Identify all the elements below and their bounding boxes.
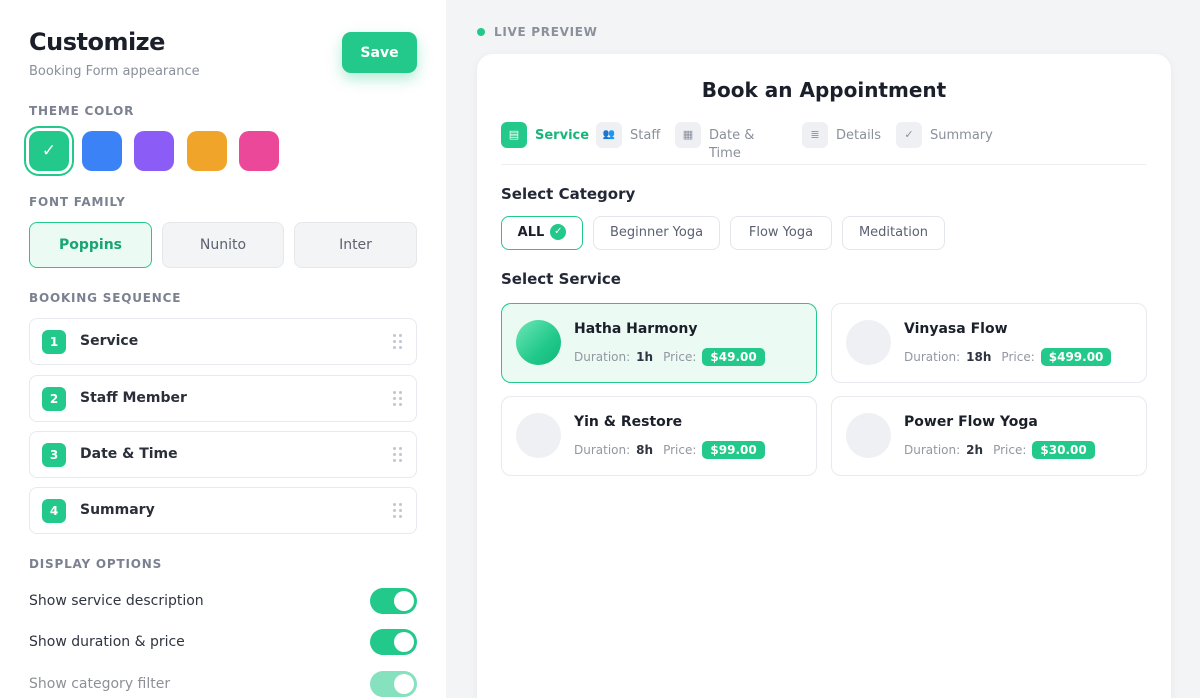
step-label: Details [836,128,882,143]
toggle-category-filter[interactable] [370,671,417,697]
service-avatar [846,320,891,365]
step-label: Date & Time [709,127,754,163]
service-card-hatha-harmony[interactable]: Hatha Harmony Duration: 1h Price: $49.00 [501,303,817,383]
service-icon: ▤ [501,122,527,148]
step-label: Service [535,128,590,143]
select-service-heading: Select Service [501,270,621,288]
option-label-category-filter: Show category filter [29,676,171,692]
service-meta: Duration: 8h Price: $99.00 [574,441,765,459]
category-chip-beginner-yoga[interactable]: Beginner Yoga [593,216,720,250]
chip-label: ALL [517,225,545,240]
check-icon: ✓ [896,122,922,148]
service-card-yin-restore[interactable]: Yin & Restore Duration: 8h Price: $99.00 [501,396,817,476]
theme-swatch-orange[interactable] [187,131,227,171]
page-title: Customize [29,28,165,56]
sequence-label: Summary [80,502,155,518]
customize-panel: Customize Booking Form appearance Save T… [0,0,446,698]
service-name: Vinyasa Flow [904,321,1008,337]
price-badge: $49.00 [702,348,765,366]
font-option-nunito[interactable]: Nunito [162,222,284,268]
theme-swatch-blue[interactable] [82,131,122,171]
select-category-heading: Select Category [501,185,636,203]
sequence-item-staff-member[interactable]: 2 Staff Member [29,375,417,422]
sequence-label: Service [80,333,139,349]
service-card-vinyasa-flow[interactable]: Vinyasa Flow Duration: 18h Price: $499.00 [831,303,1147,383]
service-name: Power Flow Yoga [904,414,1038,430]
step-label-line: Date & [709,128,755,143]
price-key: Price: [1001,350,1035,364]
page-subtitle: Booking Form appearance [29,64,200,79]
category-chip-flow-yoga[interactable]: Flow Yoga [730,216,832,250]
drag-handle-icon[interactable] [393,334,403,350]
toggle-knob [394,591,414,611]
sequence-item-summary[interactable]: 4 Summary [29,487,417,534]
service-name: Hatha Harmony [574,321,698,337]
calendar-icon: ▦ [675,122,701,148]
theme-swatch-pink[interactable] [239,131,279,171]
save-button[interactable]: Save [342,32,417,73]
toggle-service-description[interactable] [370,588,417,614]
service-meta: Duration: 1h Price: $49.00 [574,348,765,366]
duration-key: Duration: [574,443,631,457]
divider [501,164,1146,165]
price-key: Price: [993,443,1027,457]
sequence-number: 4 [42,499,66,523]
duration-key: Duration: [574,350,631,364]
step-label: Staff [630,128,661,143]
service-meta: Duration: 2h Price: $30.00 [904,441,1095,459]
display-options-label: DISPLAY OPTIONS [29,557,163,571]
booking-sequence-label: BOOKING SEQUENCE [29,291,182,305]
sequence-item-date-time[interactable]: 3 Date & Time [29,431,417,478]
service-avatar [516,320,561,365]
check-icon: ✓ [550,223,567,240]
service-avatar [516,413,561,458]
price-badge: $499.00 [1040,348,1112,366]
font-option-inter[interactable]: Inter [294,222,417,268]
duration-key: Duration: [904,350,961,364]
option-label-duration-price: Show duration & price [29,634,185,650]
theme-color-label: THEME COLOR [29,104,135,118]
drag-handle-icon[interactable] [393,447,403,463]
live-preview-label: LIVE PREVIEW [494,25,598,39]
booking-form-preview: Book an Appointment ▤ Service 👥 Staff ▦ … [477,54,1171,698]
details-icon: ≣ [802,122,828,148]
category-chip-meditation[interactable]: Meditation [842,216,945,250]
service-name: Yin & Restore [574,414,683,430]
duration-value: 18h [966,350,992,364]
toggle-knob [394,674,414,694]
theme-swatch-purple[interactable] [134,131,174,171]
sequence-label: Date & Time [80,446,178,462]
booking-form-title: Book an Appointment [701,78,947,102]
service-meta: Duration: 18h Price: $499.00 [904,348,1112,366]
service-avatar [846,413,891,458]
price-key: Price: [663,350,697,364]
toggle-knob [394,632,414,652]
font-family-label: FONT FAMILY [29,195,126,209]
live-indicator-icon [477,28,485,36]
sequence-number: 1 [42,330,66,354]
duration-value: 8h [636,443,654,457]
sequence-item-service[interactable]: 1 Service [29,318,417,365]
option-label-service-description: Show service description [29,593,204,609]
step-label-line: Time [709,146,741,161]
staff-icon: 👥 [596,122,622,148]
service-card-power-flow-yoga[interactable]: Power Flow Yoga Duration: 2h Price: $30.00 [831,396,1147,476]
sequence-number: 2 [42,387,66,411]
duration-value: 1h [636,350,654,364]
check-icon: ✓ [41,141,57,161]
sequence-number: 3 [42,443,66,467]
drag-handle-icon[interactable] [393,391,403,407]
duration-key: Duration: [904,443,961,457]
sequence-label: Staff Member [80,390,187,406]
price-badge: $99.00 [702,441,765,459]
duration-value: 2h [966,443,984,457]
price-key: Price: [663,443,697,457]
drag-handle-icon[interactable] [393,503,403,519]
price-badge: $30.00 [1032,441,1095,459]
category-chip-all[interactable]: ALL ✓ [501,216,583,250]
toggle-duration-price[interactable] [370,629,417,655]
theme-swatch-green[interactable]: ✓ [29,131,69,171]
step-label: Summary [930,128,993,143]
font-option-poppins[interactable]: Poppins [29,222,152,268]
